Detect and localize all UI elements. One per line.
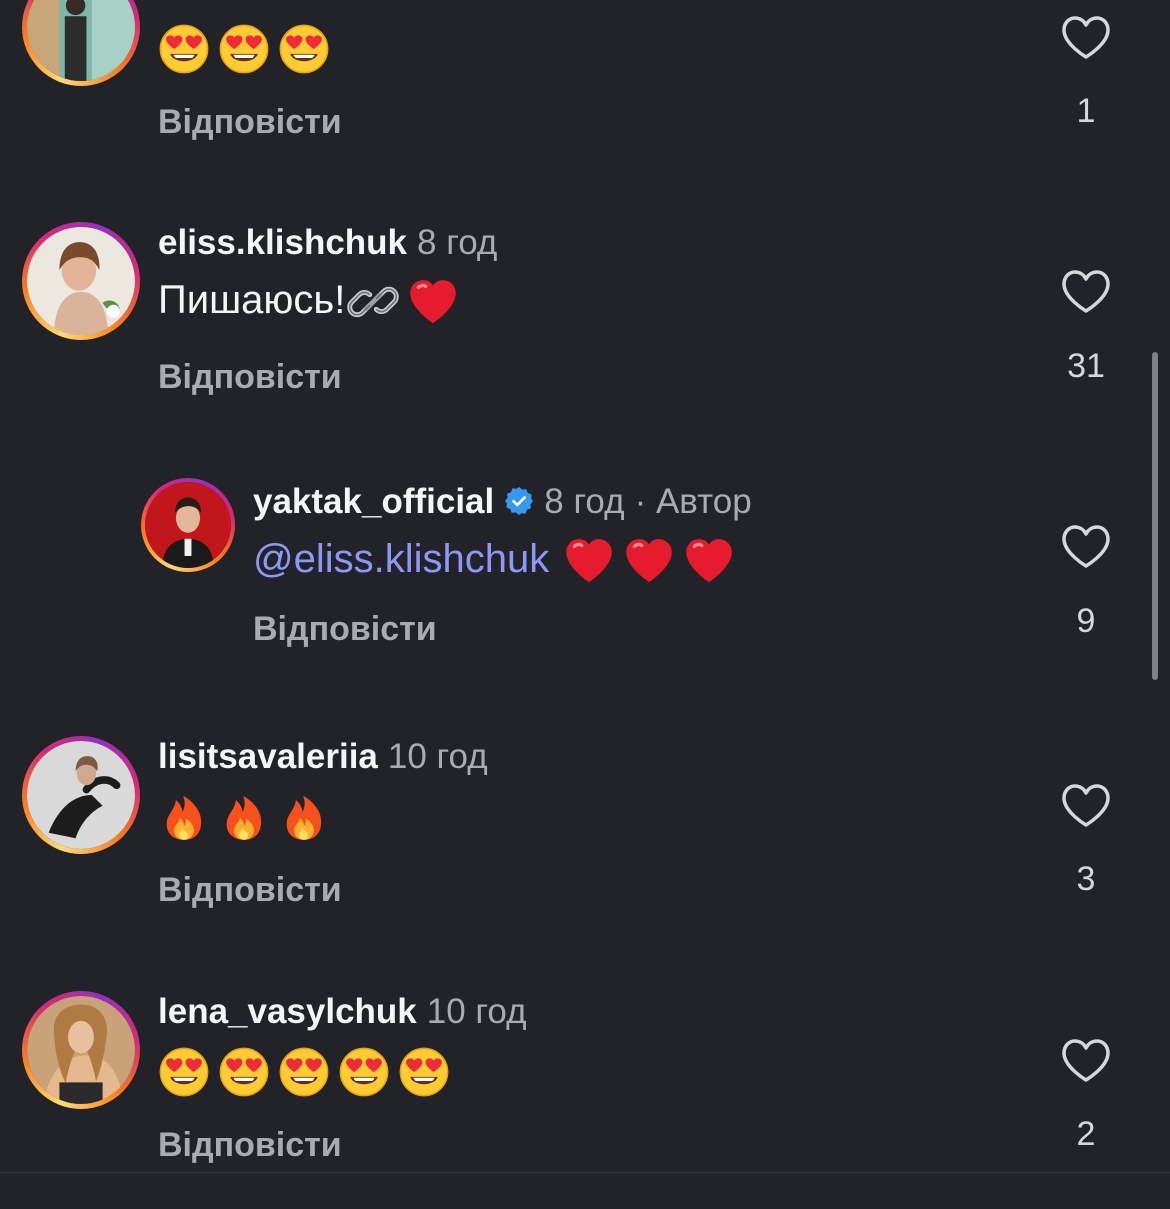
- author-label: · Автор: [634, 482, 752, 521]
- timestamp: 8 год: [417, 223, 498, 262]
- comment-body: [158, 788, 338, 843]
- username[interactable]: eliss.klishchuk: [158, 223, 407, 262]
- like-count: 1: [1076, 92, 1096, 130]
- reply-button[interactable]: Відповісти: [158, 870, 342, 910]
- avatar[interactable]: [22, 991, 140, 1109]
- avatar[interactable]: [141, 478, 235, 572]
- like-count: 2: [1076, 1115, 1096, 1153]
- reply-button[interactable]: Відповісти: [158, 357, 342, 397]
- heart-eyes-emoji: [338, 1046, 390, 1098]
- avatar[interactable]: [22, 736, 140, 854]
- comment-header: eliss.klishchuk 8 год: [158, 221, 497, 265]
- heart-eyes-emoji: [218, 23, 270, 75]
- red-heart-emoji: [623, 535, 675, 587]
- avatar-photo: [27, 0, 135, 81]
- like-count: 9: [1076, 602, 1096, 640]
- comment-body: @eliss.klishchuk: [253, 532, 743, 587]
- heart-eyes-emoji: [158, 1046, 210, 1098]
- avatar-photo: [27, 741, 135, 849]
- heart-outline-icon[interactable]: [1061, 269, 1111, 315]
- comment-header: lisitsavaleriia 10 год: [158, 735, 488, 779]
- username[interactable]: lisitsavaleriia: [158, 737, 378, 776]
- heart-eyes-emoji: [158, 23, 210, 75]
- timestamp: 10 год: [387, 737, 488, 776]
- avatar-photo: [27, 227, 135, 335]
- avatar-photo: [27, 996, 135, 1104]
- username[interactable]: lena_vasylchuk: [158, 992, 417, 1031]
- comment-body: [158, 20, 338, 75]
- mention-link[interactable]: @eliss.klishchuk: [253, 537, 549, 581]
- timestamp: 8 год: [544, 482, 625, 521]
- comment-text: Пишаюсь!: [158, 278, 346, 322]
- like-count: 31: [1067, 347, 1105, 385]
- fire-emoji: [218, 791, 270, 843]
- red-heart-emoji: [407, 276, 459, 328]
- comment-header: lena_vasylchuk 10 год: [158, 990, 527, 1034]
- username[interactable]: yaktak_official: [253, 482, 494, 521]
- reply-button[interactable]: Відповісти: [253, 609, 437, 649]
- comment-body: [158, 1043, 458, 1098]
- reply-button[interactable]: Відповісти: [158, 1125, 342, 1165]
- heart-outline-icon[interactable]: [1061, 783, 1111, 829]
- link-emoji: [347, 276, 399, 328]
- red-heart-emoji: [563, 535, 615, 587]
- avatar-photo: [145, 482, 231, 568]
- like-count: 3: [1076, 860, 1096, 898]
- divider: [0, 1172, 1170, 1173]
- heart-eyes-emoji: [278, 1046, 330, 1098]
- heart-eyes-emoji: [218, 1046, 270, 1098]
- comment-body: Пишаюсь!: [158, 273, 467, 328]
- reply-button[interactable]: Відповісти: [158, 102, 342, 142]
- verified-badge-icon: [505, 486, 534, 515]
- heart-eyes-emoji: [278, 23, 330, 75]
- heart-outline-icon[interactable]: [1061, 524, 1111, 570]
- avatar[interactable]: [22, 222, 140, 340]
- scrollbar[interactable]: [1152, 352, 1158, 680]
- comments-screen: Відповісти 1 eliss.klishchuk8 год Пишаю: [0, 0, 1170, 1209]
- heart-eyes-emoji: [398, 1046, 450, 1098]
- timestamp: 10 год: [426, 992, 527, 1031]
- fire-emoji: [158, 791, 210, 843]
- red-heart-emoji: [683, 535, 735, 587]
- avatar[interactable]: [22, 0, 140, 86]
- fire-emoji: [278, 791, 330, 843]
- comment-header: yaktak_official 8 год · Автор: [253, 480, 752, 524]
- heart-outline-icon[interactable]: [1061, 1038, 1111, 1084]
- heart-outline-icon[interactable]: [1061, 15, 1111, 61]
